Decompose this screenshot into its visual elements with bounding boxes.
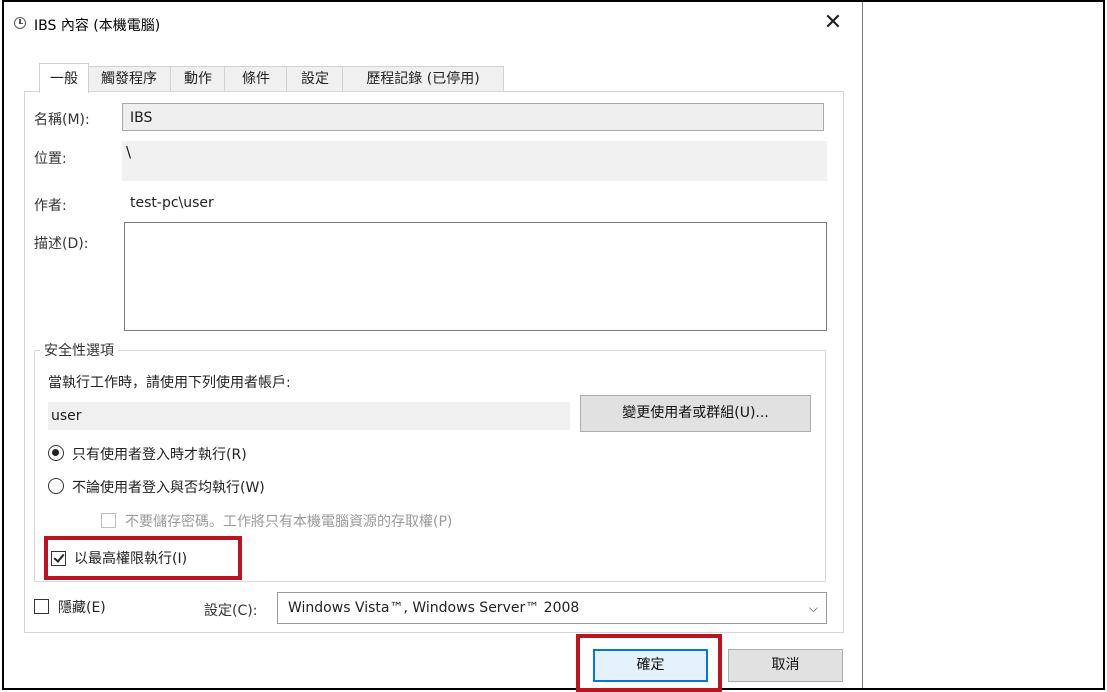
- highlight-box-privileges: [44, 536, 242, 580]
- chevron-down-icon: ⌵: [808, 601, 818, 615]
- author-value: test-pc\user: [130, 195, 214, 211]
- run-when-logged-on-label[interactable]: 只有使用者登入時才執行(R): [72, 444, 247, 464]
- title-bar: IBS 內容 (本機電腦) ✕: [4, 2, 862, 42]
- configure-for-label: 設定(C):: [204, 603, 258, 619]
- tab-conditions[interactable]: 條件: [224, 66, 288, 92]
- screenshot-frame-right: [1103, 0, 1105, 690]
- tab-settings[interactable]: 設定: [286, 66, 344, 92]
- description-textarea[interactable]: [124, 222, 827, 331]
- tab-history[interactable]: 歷程記錄 (已停用): [342, 66, 504, 92]
- location-label: 位置:: [34, 151, 67, 167]
- hidden-checkbox[interactable]: [34, 599, 49, 614]
- close-button[interactable]: ✕: [816, 8, 850, 38]
- tab-triggers[interactable]: 觸發程序: [86, 66, 172, 92]
- user-account-field: user: [48, 402, 570, 430]
- clock-icon: [14, 17, 26, 29]
- do-not-store-password-checkbox: [101, 513, 116, 528]
- task-properties-dialog: IBS 內容 (本機電腦) ✕ 一般 觸發程序 動作 條件 設定 歷程記錄 (已…: [4, 2, 863, 692]
- name-label: 名稱(M):: [34, 112, 90, 128]
- account-prompt: 當執行工作時，請使用下列使用者帳戶:: [48, 375, 291, 391]
- tab-actions[interactable]: 動作: [170, 66, 226, 92]
- security-group-title: 安全性選項: [40, 340, 118, 360]
- cancel-button[interactable]: 取消: [728, 649, 843, 682]
- author-label: 作者:: [34, 198, 67, 214]
- run-when-logged-on-radio[interactable]: [48, 445, 64, 461]
- highlight-box-ok: [576, 634, 722, 692]
- configure-for-value: Windows Vista™, Windows Server™ 2008: [288, 600, 580, 616]
- run-whether-logged-on-label[interactable]: 不論使用者登入與否均執行(W): [72, 477, 265, 497]
- change-user-button[interactable]: 變更使用者或群組(U)...: [580, 395, 811, 432]
- configure-for-dropdown[interactable]: Windows Vista™, Windows Server™ 2008 ⌵: [277, 592, 827, 624]
- hidden-label[interactable]: 隱藏(E): [58, 597, 106, 617]
- tab-general[interactable]: 一般: [39, 63, 89, 93]
- window-title: IBS 內容 (本機電腦): [34, 18, 161, 34]
- location-field: \: [122, 141, 827, 181]
- run-whether-logged-on-radio[interactable]: [48, 478, 64, 494]
- description-label: 描述(D):: [34, 236, 89, 252]
- do-not-store-password-label: 不要儲存密碼。工作將只有本機電腦資源的存取權(P): [125, 514, 453, 530]
- name-field[interactable]: IBS: [122, 103, 824, 131]
